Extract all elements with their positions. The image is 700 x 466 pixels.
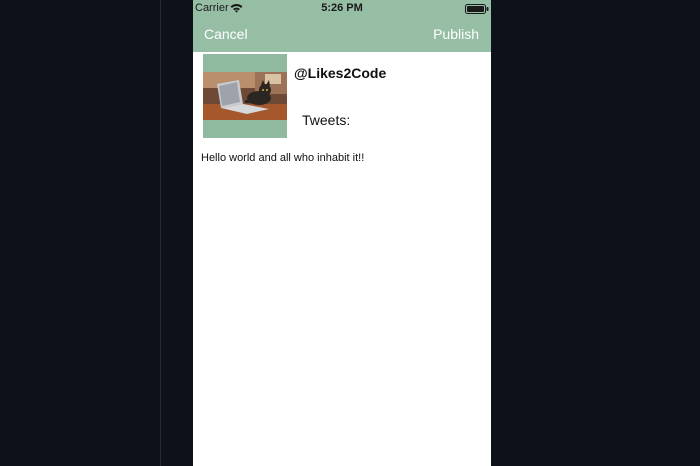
user-handle: @Likes2Code [294, 65, 387, 81]
avatar [203, 54, 287, 138]
cancel-button[interactable]: Cancel [204, 26, 248, 43]
phone-screen: Carrier 5:26 PM Cancel Publish @Likes2Co… [193, 0, 491, 466]
navigation-bar: Cancel Publish [193, 17, 491, 52]
publish-button[interactable]: Publish [433, 26, 479, 43]
cat-on-laptop-photo [203, 54, 287, 138]
status-bar: Carrier 5:26 PM [193, 0, 491, 17]
status-time: 5:26 PM [321, 2, 363, 14]
battery-icon [465, 4, 489, 14]
tweets-label: Tweets: [302, 112, 351, 128]
window-divider [160, 0, 161, 466]
tweet-text-area[interactable]: Hello world and all who inhabit it!! [201, 151, 481, 165]
